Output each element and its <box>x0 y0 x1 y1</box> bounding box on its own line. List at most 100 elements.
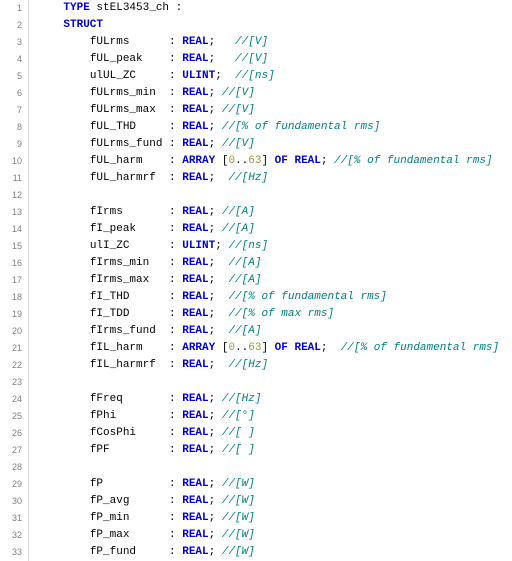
code-editor: 1234567891011121314151617181920212223242… <box>0 0 512 561</box>
colon: : <box>169 53 182 65</box>
colon: : <box>169 240 182 252</box>
semicolon: ; <box>209 512 222 524</box>
line-number: 27 <box>0 442 22 459</box>
member-name: fP_fund <box>90 546 169 558</box>
semicolon: ; <box>209 104 222 116</box>
member-name: fIrms_fund <box>90 325 169 337</box>
member-type: REAL <box>182 121 208 133</box>
array-type: REAL <box>288 342 321 354</box>
colon: : <box>169 155 182 167</box>
code-line: fULrms : REAL; //[V] <box>37 34 499 51</box>
semicolon: ; <box>209 359 229 371</box>
member-type: REAL <box>182 546 208 558</box>
member-name: ulI_ZC <box>90 240 169 252</box>
comment: //[% of fundamental rms] <box>228 291 386 303</box>
colon: : <box>169 325 182 337</box>
member-name: fI_TDD <box>90 308 169 320</box>
member-name: fI_THD <box>90 291 169 303</box>
code-line: fCosPhi : REAL; //[ ] <box>37 425 499 442</box>
colon: : <box>169 70 182 82</box>
member-name: fIrms_min <box>90 257 169 269</box>
line-number: 14 <box>0 221 22 238</box>
semicolon: ; <box>209 444 222 456</box>
code-line: fIL_harmrf : REAL; //[Hz] <box>37 357 499 374</box>
code-line: fIrms_max : REAL; //[A] <box>37 272 499 289</box>
member-type: REAL <box>182 206 208 218</box>
member-name: fP_min <box>90 512 169 524</box>
colon: : <box>169 427 182 439</box>
keyword-array: ARRAY <box>182 155 215 167</box>
lbracket: [ <box>215 342 228 354</box>
comment: //[V] <box>235 36 268 48</box>
line-number: 6 <box>0 85 22 102</box>
semicolon: ; <box>209 87 222 99</box>
semicolon: ; <box>209 495 222 507</box>
semicolon: ; <box>209 53 235 65</box>
line-number: 11 <box>0 170 22 187</box>
keyword-array: ARRAY <box>182 342 215 354</box>
code-line: fI_THD : REAL; //[% of fundamental rms] <box>37 289 499 306</box>
line-number: 17 <box>0 272 22 289</box>
semicolon: ; <box>215 70 235 82</box>
semicolon: ; <box>209 223 222 235</box>
keyword-type: TYPE <box>63 2 89 14</box>
colon: : <box>169 223 182 235</box>
member-name: fIrms <box>90 206 169 218</box>
dotdot: .. <box>235 342 248 354</box>
member-type: REAL <box>182 529 208 541</box>
member-type: REAL <box>182 308 208 320</box>
code-line: fIrms_fund : REAL; //[A] <box>37 323 499 340</box>
comment: //[ ] <box>222 444 255 456</box>
line-number: 30 <box>0 493 22 510</box>
semicolon: ; <box>209 206 222 218</box>
comment: //[ns] <box>228 240 268 252</box>
line-number: 1 <box>0 0 22 17</box>
member-name: fPF <box>90 444 169 456</box>
comment: //[% of fundamental rms] <box>222 121 380 133</box>
code-line: fUL_peak : REAL; //[V] <box>37 51 499 68</box>
colon: : <box>169 291 182 303</box>
member-name: fP_max <box>90 529 169 541</box>
comment: //[A] <box>228 257 261 269</box>
code-line: fIrms : REAL; //[A] <box>37 204 499 221</box>
code-line: fP_max : REAL; //[W] <box>37 527 499 544</box>
line-number: 15 <box>0 238 22 255</box>
member-name: fULrms_fund <box>90 138 169 150</box>
line-number: 33 <box>0 544 22 561</box>
member-type: REAL <box>182 478 208 490</box>
semicolon: ; <box>321 342 341 354</box>
comment: //[ ] <box>222 427 255 439</box>
colon: : <box>169 87 182 99</box>
colon: : <box>169 104 182 116</box>
code-line: fULrms_min : REAL; //[V] <box>37 85 499 102</box>
code-line: fI_TDD : REAL; //[% of max rms] <box>37 306 499 323</box>
line-number: 8 <box>0 119 22 136</box>
member-type: REAL <box>182 87 208 99</box>
semicolon: ; <box>209 410 222 422</box>
colon: : <box>169 546 182 558</box>
member-name: fULrms_min <box>90 87 169 99</box>
semicolon: ; <box>215 240 228 252</box>
lbracket: [ <box>215 155 228 167</box>
code-line: fP : REAL; //[W] <box>37 476 499 493</box>
comment: //[W] <box>222 529 255 541</box>
line-number: 26 <box>0 425 22 442</box>
comment: //[W] <box>222 546 255 558</box>
member-name: fP <box>90 478 169 490</box>
semicolon: ; <box>209 478 222 490</box>
member-type: REAL <box>182 104 208 116</box>
member-name: fULrms <box>90 36 169 48</box>
range-high: 63 <box>248 155 261 167</box>
line-number: 21 <box>0 340 22 357</box>
comment: //[A] <box>222 206 255 218</box>
comment: //[W] <box>222 478 255 490</box>
semicolon: ; <box>209 274 229 286</box>
member-type: REAL <box>182 291 208 303</box>
member-name: fUL_THD <box>90 121 169 133</box>
member-type: ULINT <box>182 240 215 252</box>
comment: //[% of fundamental rms] <box>334 155 492 167</box>
line-number: 19 <box>0 306 22 323</box>
member-type: REAL <box>182 393 208 405</box>
line-number: 3 <box>0 34 22 51</box>
line-number: 18 <box>0 289 22 306</box>
